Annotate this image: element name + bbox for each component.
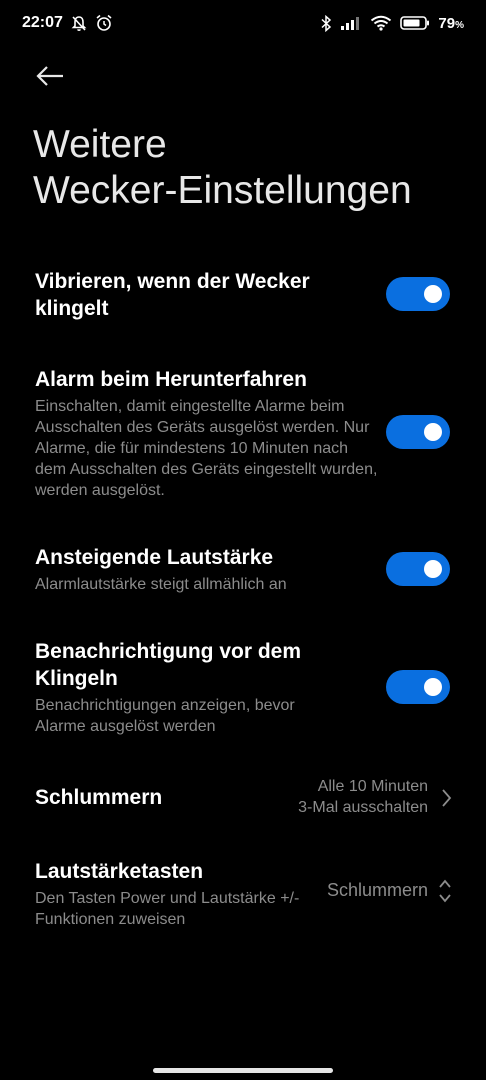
power-off-alarm-toggle[interactable] — [386, 415, 450, 449]
volume-keys-value: Schlummern — [326, 880, 428, 900]
setting-increasing-volume[interactable]: Ansteigende Lautstärke Alarmlautstärke s… — [35, 544, 450, 600]
setting-volume-keys[interactable]: Lautstärketasten Den Tasten Power und La… — [35, 858, 486, 930]
increasing-volume-toggle[interactable] — [386, 552, 450, 586]
battery-level: 79 — [438, 14, 456, 32]
status-bar: 22:07 79% — [0, 10, 486, 36]
battery-unit: % — [455, 19, 464, 31]
snooze-value: Alle 10 Minuten 3-Mal ausschalten — [298, 776, 428, 818]
signal-icon — [340, 15, 362, 31]
setting-pre-alarm-notification-subtitle: Benachrichtigungen anzeigen, bevor Alarm… — [35, 697, 295, 735]
status-left: 22:07 — [22, 14, 113, 32]
page-title-line2: Wecker-Einstellungen — [33, 169, 412, 212]
page-title-line1: Weitere — [33, 123, 167, 166]
battery-icon — [400, 15, 430, 31]
setting-power-off-alarm[interactable]: Alarm beim Herunterfahren Einschalten, d… — [35, 366, 450, 506]
home-indicator[interactable] — [153, 1068, 333, 1073]
setting-increasing-volume-title: Ansteigende Lautstärke — [35, 546, 274, 569]
toggle-knob — [424, 423, 442, 441]
back-arrow-icon — [36, 66, 63, 86]
toggle-knob — [424, 678, 442, 696]
setting-pre-alarm-notification[interactable]: Benachrichtigung vor dem Klingeln Benach… — [35, 638, 450, 742]
alarm-clock-icon — [95, 14, 113, 32]
pre-alarm-notification-toggle[interactable] — [386, 670, 450, 704]
setting-volume-keys-title: Lautstärketasten — [35, 860, 204, 883]
setting-vibrate-title: Vibrieren, wenn der Wecker klingelt — [35, 270, 310, 320]
setting-increasing-volume-subtitle: Alarmlautstärke steigt allmählich an — [35, 576, 287, 593]
setting-snooze-title: Schlummern — [35, 786, 163, 809]
back-button[interactable] — [30, 56, 70, 96]
status-time: 22:07 — [22, 14, 63, 31]
setting-snooze[interactable]: Schlummern Alle 10 Minuten 3-Mal ausscha… — [35, 776, 486, 822]
page-title: Weitere Wecker-Einstellungen — [33, 122, 463, 214]
bluetooth-icon — [320, 14, 332, 32]
battery-percentage: 79% — [438, 15, 464, 32]
chevron-up-down-icon — [439, 879, 451, 903]
wifi-icon — [370, 15, 392, 31]
snooze-value-line2: 3-Mal ausschalten — [298, 799, 428, 816]
chevron-right-icon — [442, 789, 452, 807]
setting-volume-keys-subtitle: Den Tasten Power und Lautstärke +/- Funk… — [35, 890, 300, 928]
setting-power-off-alarm-title: Alarm beim Herunterfahren — [35, 368, 307, 391]
setting-power-off-alarm-subtitle: Einschalten, damit eingestellte Alarme b… — [35, 398, 378, 499]
toggle-knob — [424, 285, 442, 303]
toggle-knob — [424, 560, 442, 578]
setting-pre-alarm-notification-title: Benachrichtigung vor dem Klingeln — [35, 640, 302, 690]
status-right: 79% — [320, 14, 464, 32]
bell-muted-icon — [71, 15, 87, 32]
screen: 22:07 79% Weitere Wecker-Einstellungen V… — [0, 0, 486, 1080]
setting-vibrate[interactable]: Vibrieren, wenn der Wecker klingelt — [35, 268, 450, 326]
vibrate-toggle[interactable] — [386, 277, 450, 311]
snooze-value-line1: Alle 10 Minuten — [317, 778, 428, 795]
